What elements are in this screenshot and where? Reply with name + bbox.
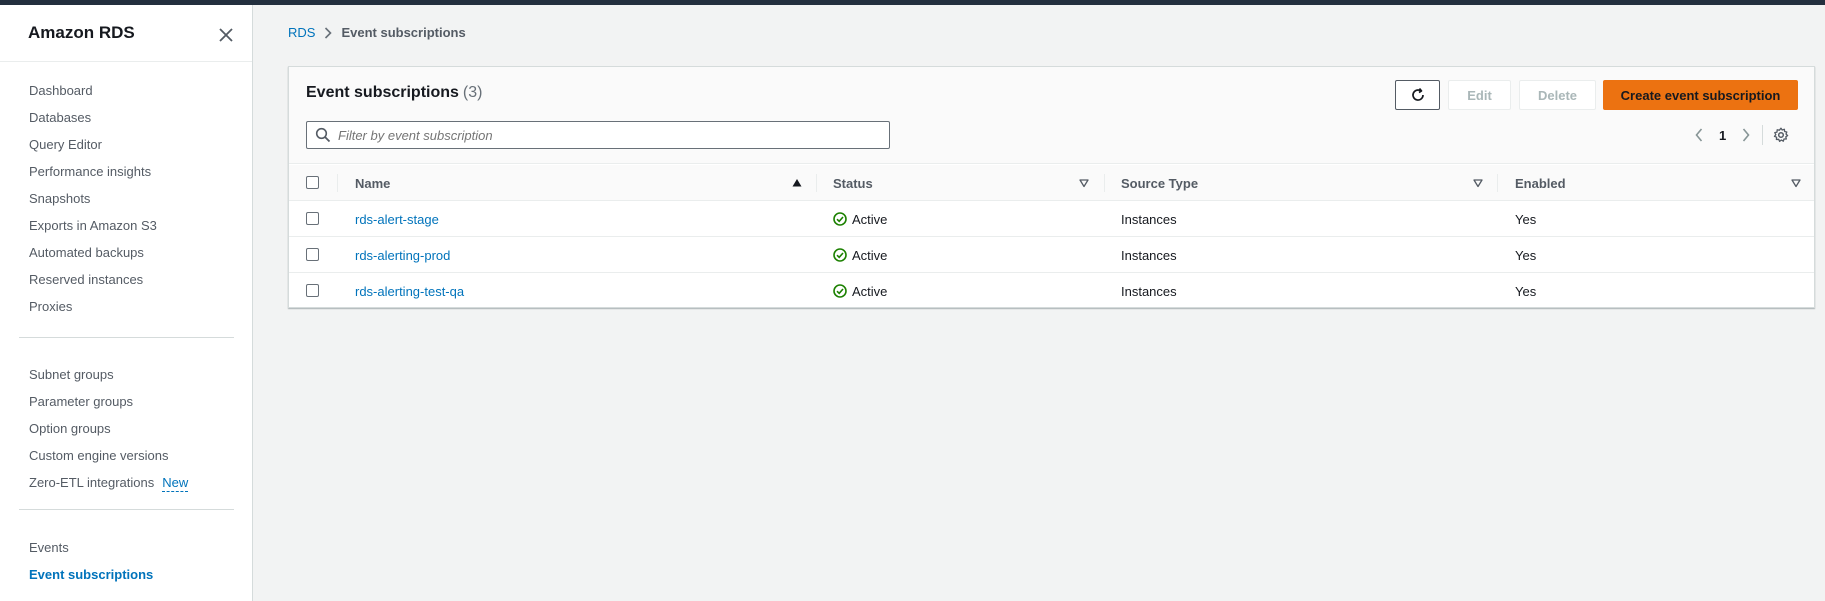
sidebar-item-event-subscriptions[interactable]: Event subscriptions	[29, 561, 153, 588]
enabled-cell: Yes	[1515, 247, 1537, 263]
app-title: Amazon RDS	[28, 23, 135, 42]
enabled-cell: Yes	[1515, 211, 1537, 227]
row-checkbox[interactable]	[306, 248, 319, 261]
column-header-status[interactable]: Status	[833, 165, 873, 201]
row-checkbox[interactable]	[306, 212, 319, 225]
sidebar-item-exports-s3[interactable]: Exports in Amazon S3	[29, 212, 157, 239]
pagination-next[interactable]	[1736, 125, 1756, 145]
pagination: 1	[1689, 125, 1791, 145]
sort-ascending-icon[interactable]	[792, 178, 802, 188]
panel-header: Event subscriptions (3) Edit Delete Creat…	[289, 67, 1814, 164]
refresh-icon	[1411, 87, 1424, 101]
filter-field	[306, 121, 890, 149]
pagination-page[interactable]: 1	[1719, 128, 1726, 143]
page-title: Event subscriptions (3)	[306, 84, 482, 102]
sidebar-item-dashboard[interactable]: Dashboard	[29, 77, 157, 104]
source-type-cell: Instances	[1121, 283, 1177, 299]
sidebar-item-snapshots[interactable]: Snapshots	[29, 185, 157, 212]
status-badge: Active	[833, 237, 887, 273]
sidebar-item-automated-backups[interactable]: Automated backups	[29, 239, 157, 266]
breadcrumb-current: Event subscriptions	[341, 25, 466, 40]
gear-icon	[1774, 127, 1789, 143]
status-badge: Active	[833, 273, 887, 309]
sidebar: Amazon RDS Dashboard Databases Query Edi…	[0, 5, 253, 601]
sort-icon[interactable]	[1079, 178, 1089, 188]
nav-group-main: Dashboard Databases Query Editor Perform…	[29, 77, 157, 320]
preferences-button[interactable]	[1771, 125, 1791, 145]
sidebar-item-databases[interactable]: Databases	[29, 104, 157, 131]
pagination-prev[interactable]	[1689, 125, 1709, 145]
sidebar-item-custom-engine-versions[interactable]: Custom engine versions	[29, 442, 188, 469]
status-text: Active	[852, 283, 888, 299]
chevron-right-icon	[1743, 128, 1750, 142]
delete-button[interactable]: Delete	[1519, 80, 1596, 110]
subscription-name-link[interactable]: rds-alerting-test-qa	[355, 273, 464, 309]
select-all-checkbox[interactable]	[306, 176, 319, 189]
sidebar-item-label: Zero-ETL integrations	[29, 475, 155, 490]
sidebar-item-events[interactable]: Events	[29, 534, 153, 561]
enabled-cell: Yes	[1515, 283, 1537, 299]
nav-divider	[19, 509, 234, 510]
column-header-name[interactable]: Name	[355, 165, 390, 201]
sidebar-item-subnet-groups[interactable]: Subnet groups	[29, 361, 188, 388]
status-text: Active	[852, 211, 888, 227]
table-header: Name Status Source Type Enabled	[289, 165, 1814, 201]
subscription-name-link[interactable]: rds-alerting-prod	[355, 237, 450, 273]
column-separator	[337, 174, 338, 192]
sidebar-item-parameter-groups[interactable]: Parameter groups	[29, 388, 188, 415]
panel-title-text: Event subscriptions	[306, 84, 459, 101]
close-icon	[219, 28, 233, 42]
table-row[interactable]: rds-alerting-test-qa Active Instances Ye…	[289, 273, 1814, 309]
column-header-source-type[interactable]: Source Type	[1121, 165, 1198, 201]
row-checkbox[interactable]	[306, 284, 319, 297]
new-badge: New	[162, 475, 189, 492]
column-separator	[816, 174, 817, 192]
sidebar-item-query-editor[interactable]: Query Editor	[29, 131, 157, 158]
sidebar-item-proxies[interactable]: Proxies	[29, 293, 157, 320]
create-event-subscription-button[interactable]: Create event subscription	[1603, 80, 1798, 110]
sidebar-header-divider	[0, 61, 252, 62]
search-input[interactable]	[338, 127, 878, 143]
sidebar-item-performance-insights[interactable]: Performance insights	[29, 158, 157, 185]
nav-group-config: Subnet groups Parameter groups Option gr…	[29, 361, 189, 496]
sort-icon[interactable]	[1791, 178, 1801, 188]
sidebar-item-option-groups[interactable]: Option groups	[29, 415, 188, 442]
source-type-cell: Instances	[1121, 211, 1177, 227]
status-text: Active	[852, 247, 888, 263]
sidebar-item-zero-etl[interactable]: Zero-ETL integrations New	[29, 469, 189, 496]
column-header-enabled[interactable]: Enabled	[1515, 165, 1566, 201]
item-count: (3)	[462, 84, 483, 101]
search-icon	[315, 127, 331, 143]
check-circle-icon	[833, 212, 847, 226]
edit-button[interactable]: Edit	[1448, 80, 1511, 110]
status-badge: Active	[833, 201, 887, 237]
pager-divider	[1762, 125, 1764, 145]
sidebar-item-reserved-instances[interactable]: Reserved instances	[29, 266, 157, 293]
column-separator	[1497, 174, 1498, 192]
table-row[interactable]: rds-alert-stage Active Instances Yes	[289, 201, 1814, 237]
table-row[interactable]: rds-alerting-prod Active Instances Yes	[289, 237, 1814, 273]
subscriptions-table: Name Status Source Type Enabled rds-aler…	[289, 165, 1814, 309]
subscription-name-link[interactable]: rds-alert-stage	[355, 201, 439, 237]
chevron-left-icon	[1695, 128, 1703, 142]
nav-divider	[19, 337, 234, 338]
chevron-right-icon	[324, 26, 333, 39]
refresh-button[interactable]	[1395, 80, 1440, 110]
check-circle-icon	[833, 284, 847, 298]
breadcrumb-rds[interactable]: RDS	[288, 25, 315, 40]
sort-icon[interactable]	[1473, 178, 1483, 188]
breadcrumb: RDS Event subscriptions	[288, 25, 466, 40]
source-type-cell: Instances	[1121, 247, 1177, 263]
event-subscriptions-panel: Event subscriptions (3) Edit Delete Creat…	[288, 66, 1815, 308]
top-bar	[0, 0, 1825, 5]
close-sidebar-button[interactable]	[216, 25, 236, 45]
column-separator	[1104, 174, 1105, 192]
nav-group-events: Events Event subscriptions	[29, 534, 153, 588]
check-circle-icon	[833, 248, 847, 262]
